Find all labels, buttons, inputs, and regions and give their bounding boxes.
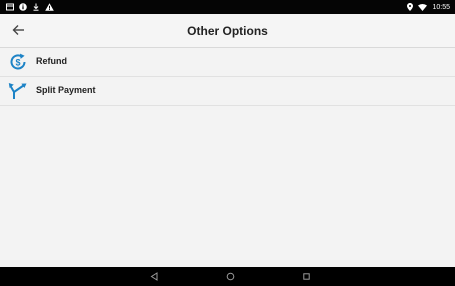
status-time: 10:55 <box>432 3 450 11</box>
options-list: $ Refund Split Payment <box>0 48 455 106</box>
recents-square-icon[interactable] <box>300 270 313 283</box>
status-bar-right: 10:55 <box>407 1 450 13</box>
screen-icon <box>6 3 14 11</box>
app-bar: Other Options <box>0 14 455 48</box>
split-arrows-icon <box>8 83 27 99</box>
split-payment-option[interactable]: Split Payment <box>0 77 455 106</box>
split-payment-label: Split Payment <box>36 85 96 95</box>
refund-icon: $ <box>10 53 26 70</box>
home-circle-icon[interactable] <box>224 270 237 283</box>
refund-option[interactable]: $ Refund <box>0 48 455 77</box>
warning-icon <box>45 3 54 11</box>
back-triangle-icon[interactable] <box>148 270 161 283</box>
status-bar: 10:55 <box>0 0 455 14</box>
info-icon <box>19 3 27 11</box>
wifi-icon <box>418 3 428 11</box>
refund-label: Refund <box>36 56 67 66</box>
download-icon <box>33 3 39 11</box>
navigation-bar <box>0 267 455 286</box>
status-bar-left <box>6 1 54 13</box>
location-icon <box>407 3 414 11</box>
svg-text:$: $ <box>15 57 20 67</box>
page-title: Other Options <box>187 24 268 38</box>
